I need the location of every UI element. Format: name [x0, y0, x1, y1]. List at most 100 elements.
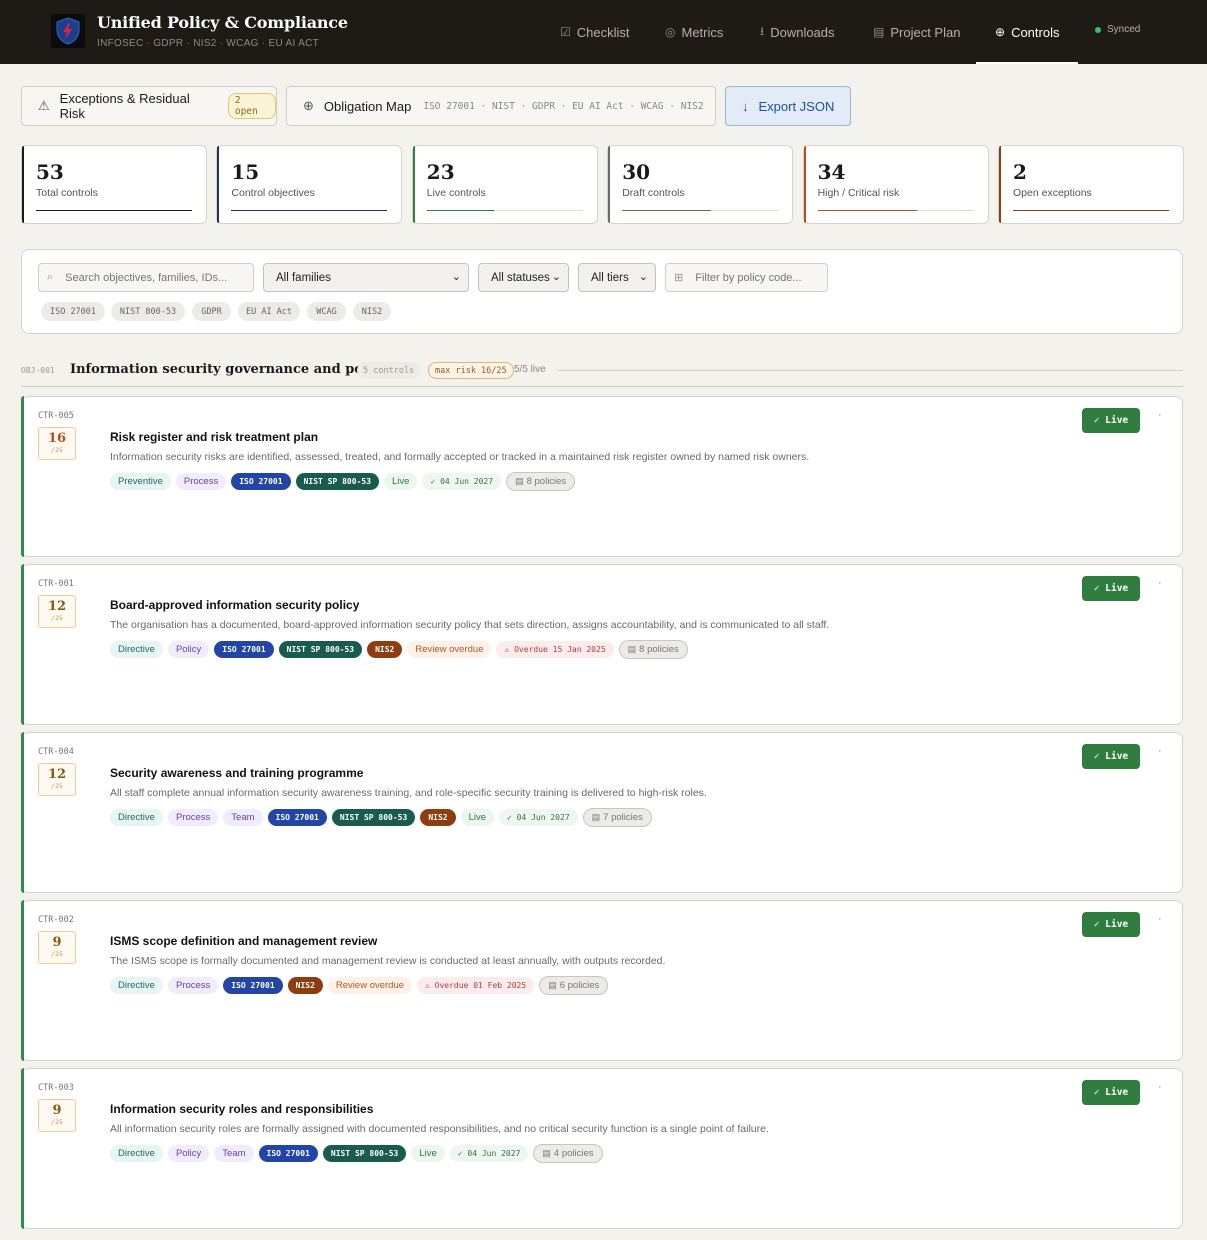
tag-row: Directive Process Team ISO 27001 NIST SP 800…	[110, 808, 652, 827]
control-card[interactable]: CTR-002 9/25 ISMS scope definition and man…	[21, 900, 1183, 1061]
control-tag: Team	[214, 1145, 254, 1162]
arrow-down-icon: ↓	[742, 98, 749, 114]
control-title[interactable]: Security awareness and training programm…	[110, 766, 363, 780]
status-toggle-button[interactable]: ✓ Live	[1082, 912, 1140, 937]
nav-label: Project Plan	[890, 24, 961, 40]
policy-code-input[interactable]: ⊞ Filter by policy code...	[665, 263, 828, 292]
risk-denominator: /25	[51, 950, 63, 958]
tag-row: Directive Process ISO 27001 NIS2 Review over…	[110, 976, 609, 995]
status-accent	[21, 1068, 24, 1229]
tier-value: All tiers	[591, 271, 629, 284]
stat-label: Total controls	[36, 187, 98, 199]
stat-progress-track	[231, 210, 388, 211]
framework-chip-iso27001[interactable]: ISO 27001	[41, 302, 105, 321]
control-title[interactable]: Information security roles and responsib…	[110, 1102, 373, 1116]
control-tag: Team	[223, 809, 263, 826]
exceptions-label: Exceptions & Residual Risk	[59, 91, 190, 121]
stat-value: 2	[1013, 160, 1027, 184]
family-select[interactable]: All families ⌄	[263, 263, 469, 292]
policies-badge[interactable]: ▤ 4 policies	[533, 1144, 603, 1163]
chevron-down-icon: ⌄	[638, 271, 648, 283]
control-tag: Live	[460, 809, 495, 826]
framework-chip-euaiact[interactable]: EU AI Act	[238, 302, 300, 321]
nav-checklist[interactable]: ☑ Checklist	[560, 0, 630, 64]
status-toggle-button[interactable]: ✓ Live	[1082, 1080, 1140, 1105]
control-tag: ⚠ Overdue 15 Jan 2025	[496, 641, 614, 658]
nav-controls[interactable]: ⊕ Controls	[975, 0, 1080, 64]
nav-project-plan[interactable]: ▤ Project Plan	[873, 0, 960, 64]
control-tag: ⚠ Overdue 01 Feb 2025	[417, 977, 535, 994]
policies-badge[interactable]: ▤ 7 policies	[582, 808, 652, 827]
search-input[interactable]: ⌕ Search objectives, families, IDs...	[38, 263, 254, 292]
control-card[interactable]: CTR-005 16/25 Risk register and risk treat…	[21, 396, 1183, 557]
control-tag: NIST SP 800-53	[322, 1145, 407, 1162]
status-select[interactable]: All statuses ⌄	[478, 263, 569, 292]
control-id: CTR-001	[38, 579, 74, 589]
more-options-icon[interactable]: ·	[1158, 1081, 1162, 1093]
download-icon: ⭳	[760, 23, 765, 38]
framework-chip-nist[interactable]: NIST 800-53	[111, 302, 185, 321]
control-tag: Directive	[110, 809, 163, 826]
stat-accent	[999, 146, 1001, 223]
stat-progress-fill	[231, 210, 388, 211]
nav-downloads[interactable]: ⭳ Downloads	[760, 0, 835, 64]
stat-progress-track	[817, 210, 974, 211]
risk-score-badge: 12/25	[38, 763, 76, 796]
framework-chip-wcag[interactable]: WCAG	[307, 302, 346, 321]
stat-accent	[412, 146, 415, 223]
stat-card: 53 Total controls	[21, 145, 207, 224]
control-card[interactable]: CTR-001 12/25 Board-approved information s…	[21, 564, 1183, 725]
control-tag: Process	[167, 809, 219, 826]
control-tag: Preventive	[110, 473, 171, 490]
control-tag: NIS2	[367, 641, 403, 658]
framework-chip-gdpr[interactable]: GDPR	[192, 302, 231, 321]
stat-progress-track	[1013, 210, 1169, 211]
control-tag: ISO 27001	[223, 977, 283, 994]
control-tag: Review overdue	[407, 641, 492, 658]
stat-progress-fill	[36, 210, 192, 211]
control-tag: Directive	[110, 1145, 163, 1162]
control-card[interactable]: CTR-004 12/25 Security awareness and train…	[21, 732, 1183, 893]
control-tag: ✓ 04 Jun 2027	[449, 1145, 529, 1162]
stat-card: 23 Live controls	[411, 145, 598, 224]
stat-progress-track	[36, 210, 192, 211]
control-tag: ✓ 04 Jun 2027	[422, 473, 502, 490]
more-options-icon[interactable]: ·	[1158, 577, 1162, 589]
objective-id: OBJ-001	[21, 366, 55, 375]
control-title[interactable]: Board-approved information security poli…	[110, 598, 359, 612]
control-title[interactable]: ISMS scope definition and management rev…	[110, 934, 377, 948]
stat-card: 2 Open exceptions	[998, 145, 1184, 224]
stat-label: High / Critical risk	[817, 187, 900, 199]
policies-badge[interactable]: ▤ 8 policies	[506, 472, 576, 491]
status-toggle-button[interactable]: ✓ Live	[1082, 408, 1140, 433]
status-toggle-button[interactable]: ✓ Live	[1082, 576, 1140, 601]
control-tag: NIS2	[420, 809, 456, 826]
more-options-icon[interactable]: ·	[1158, 745, 1162, 757]
status-accent	[21, 564, 24, 725]
status-toggle-button[interactable]: ✓ Live	[1082, 744, 1140, 769]
control-title[interactable]: Risk register and risk treatment plan	[110, 430, 318, 444]
control-tag: ISO 27001	[214, 641, 274, 658]
more-options-icon[interactable]: ·	[1158, 409, 1162, 421]
nav-metrics[interactable]: ◎ Metrics	[665, 0, 723, 64]
more-options-icon[interactable]: ·	[1158, 913, 1162, 925]
stat-value: 53	[36, 160, 64, 184]
obligation-map-button[interactable]: ⊕ Obligation Map ISO 27001 · NIST · GDPR…	[286, 86, 716, 126]
search-icon: ⌕	[47, 271, 54, 283]
divider	[557, 370, 1183, 371]
stat-value: 34	[817, 160, 846, 184]
risk-score: 9	[52, 935, 62, 950]
control-card[interactable]: CTR-003 9/25 Information security roles an…	[21, 1068, 1183, 1229]
document-icon: ▤	[542, 1148, 551, 1158]
chevron-down-icon: ⌄	[451, 271, 461, 283]
framework-chip-nis2[interactable]: NIS2	[353, 302, 391, 321]
status-dot-icon	[1095, 26, 1101, 33]
policies-badge[interactable]: ▤ 6 policies	[539, 976, 609, 995]
policies-badge[interactable]: ▤ 8 policies	[618, 640, 688, 659]
stat-progress-track	[622, 210, 779, 211]
export-json-button[interactable]: ↓ Export JSON	[725, 86, 851, 126]
objective-title[interactable]: Information security governance and poli…	[70, 362, 388, 377]
exceptions-button[interactable]: ⚠ Exceptions & Residual Risk 2 open	[21, 86, 277, 126]
tier-select[interactable]: All tiers ⌄	[578, 263, 656, 292]
stat-label: Draft controls	[622, 187, 685, 199]
